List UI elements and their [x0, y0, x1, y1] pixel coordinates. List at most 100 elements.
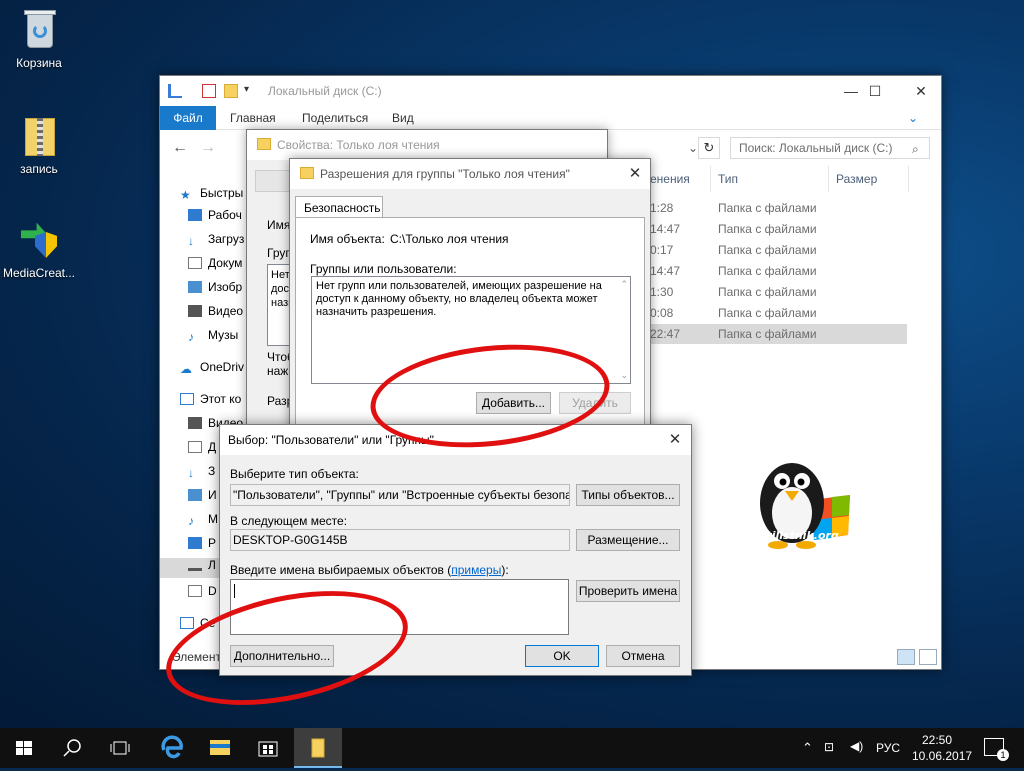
drive-icon — [188, 559, 202, 571]
task-view-button[interactable] — [96, 728, 144, 768]
enter-names-text: ): — [501, 563, 509, 577]
nav-item-onedrive[interactable]: ☁ OneDriv — [180, 360, 244, 380]
back-arrow-icon[interactable]: ← — [172, 139, 188, 157]
drive-icon — [188, 585, 202, 597]
search-button[interactable] — [48, 728, 96, 768]
column-separator — [710, 166, 711, 192]
chevron-down-icon[interactable]: ⌄ — [620, 370, 628, 381]
desktop-icon-mediacreation[interactable]: MediaCreat... — [2, 218, 76, 280]
star-icon: ★ — [180, 188, 191, 202]
store-button[interactable] — [244, 728, 292, 768]
table-row[interactable]: 14:47 Папка с файлами — [650, 219, 907, 239]
desktop-icon — [188, 537, 202, 549]
nav-item-pc-downloads[interactable]: ↓ З — [188, 464, 215, 484]
nav-item-videos[interactable]: Видео — [188, 304, 243, 324]
nav-item-desktop[interactable]: Рабоч — [188, 208, 242, 228]
cancel-button[interactable]: Отмена — [606, 645, 680, 667]
properties-icon[interactable] — [168, 84, 182, 98]
chevron-up-icon[interactable]: ⌃ — [620, 279, 628, 290]
nav-item-this-pc[interactable]: Этот ко — [180, 392, 241, 412]
column-header-date[interactable]: енения — [650, 172, 690, 186]
object-types-button[interactable]: Типы объектов... — [576, 484, 680, 506]
nav-item-documents[interactable]: Докум — [188, 256, 242, 276]
input-language-indicator[interactable]: РУС — [876, 741, 900, 755]
network-icon[interactable]: ⊡ — [824, 740, 834, 754]
tab-security[interactable]: Безопасность — [295, 196, 383, 218]
table-row[interactable]: 0:17 Папка с файлами — [650, 240, 907, 260]
desktop-icon-zapis[interactable]: запись — [2, 114, 76, 176]
examples-link[interactable]: примеры — [451, 563, 501, 577]
nav-item-pictures[interactable]: Изобр — [188, 280, 242, 300]
forward-arrow-icon[interactable]: → — [200, 139, 216, 157]
ok-button[interactable]: OK — [525, 645, 599, 667]
table-row[interactable]: 14:47 Папка с файлами — [650, 261, 907, 281]
dialog-title: Свойства: Только лоя чтения — [277, 138, 440, 152]
close-button[interactable]: ✕ — [898, 76, 944, 106]
music-icon: ♪ — [188, 330, 194, 344]
locations-button[interactable]: Размещение... — [576, 529, 680, 551]
checklist-icon[interactable] — [202, 84, 216, 98]
large-icons-view-icon[interactable] — [919, 649, 937, 665]
chevron-up-icon[interactable]: ⌃ — [802, 740, 813, 756]
cloud-icon: ☁ — [180, 362, 192, 376]
notifications-icon[interactable]: 1 — [984, 738, 1009, 761]
nav-item-quick-access[interactable]: ★ Быстры — [180, 186, 243, 206]
nav-item-pc-desktop[interactable]: Р — [188, 536, 216, 556]
clock-date[interactable]: 10.06.2017 — [912, 749, 972, 763]
chevron-down-icon[interactable]: ⌄ — [908, 111, 918, 125]
groups-empty-message: Нет групп или пользователей, имеющих раз… — [316, 280, 602, 318]
close-icon[interactable]: ✕ — [662, 429, 688, 451]
new-folder-icon[interactable] — [224, 84, 238, 98]
location-field: DESKTOP-G0G145B — [230, 529, 570, 551]
edge-button[interactable] — [148, 728, 196, 768]
folder-icon — [300, 167, 314, 179]
desktop-icon-label: запись — [20, 162, 58, 176]
close-icon[interactable]: ✕ — [622, 163, 648, 185]
check-names-button[interactable]: Проверить имена — [576, 580, 680, 602]
search-icon: ⌕ — [912, 142, 919, 156]
network-icon — [180, 617, 194, 629]
search-input[interactable]: Поиск: Локальный диск (C:) — [730, 137, 930, 159]
object-name-label: Имя объекта: — [310, 232, 385, 246]
table-row[interactable]: 1:30 Папка с файлами — [650, 282, 907, 302]
search-icon — [63, 739, 81, 757]
table-row[interactable]: 1:28 Папка с файлами — [650, 198, 907, 218]
maximize-button[interactable]: ☐ — [852, 76, 898, 106]
column-header-size[interactable]: Размер — [836, 172, 877, 186]
chevron-down-icon[interactable]: ▾ — [244, 84, 258, 98]
address-dropdown-icon[interactable]: ⌄ — [688, 141, 698, 155]
nav-item-music[interactable]: ♪ Музы — [188, 328, 238, 348]
document-icon — [188, 257, 202, 269]
nav-item-drive-d[interactable]: D — [188, 584, 217, 604]
active-window-taskbar-button[interactable] — [294, 728, 342, 768]
column-header-type[interactable]: Тип — [718, 172, 738, 186]
nav-item-pc-documents[interactable]: Д — [188, 440, 216, 460]
tab-share[interactable]: Поделиться — [302, 111, 368, 125]
download-icon: ↓ — [188, 466, 194, 480]
tab-home[interactable]: Главная — [230, 111, 276, 125]
recycle-bin-icon — [19, 8, 59, 50]
details-view-icon[interactable] — [897, 649, 915, 665]
groups-label: Группы или пользователи: — [310, 262, 457, 276]
nav-item-downloads[interactable]: ↓ Загруз — [188, 232, 244, 252]
store-icon — [258, 741, 278, 757]
object-type-field: "Пользователи", "Группы" или "Встроенные… — [230, 484, 570, 506]
refresh-button[interactable]: ↻ — [698, 137, 720, 159]
logo-text: pyatilistnik.org — [744, 529, 839, 542]
table-row-selected[interactable]: 22:47 Папка с файлами — [650, 324, 907, 344]
explorer-taskbar-button[interactable] — [196, 728, 244, 768]
film-icon — [188, 305, 202, 317]
volume-icon[interactable]: ◀) — [850, 739, 863, 753]
nav-item-pc-pictures[interactable]: И — [188, 488, 217, 508]
dialog-titlebar: Разрешения для группы "Только лоя чтения… — [290, 159, 650, 189]
clock-time[interactable]: 22:50 — [922, 733, 952, 747]
dialog-titlebar: Свойства: Только лоя чтения — [247, 130, 607, 160]
ribbon-tabs: Файл Главная Поделиться Вид ⌄ — [160, 106, 941, 130]
desktop-icon-recycle-bin[interactable]: Корзина — [2, 8, 76, 70]
nav-item-pc-music[interactable]: ♪ М — [188, 512, 218, 532]
tab-view[interactable]: Вид — [392, 111, 414, 125]
start-button[interactable] — [0, 728, 48, 768]
table-row[interactable]: 0:08 Папка с файлами — [650, 303, 907, 323]
pictures-icon — [188, 489, 202, 501]
tab-file[interactable]: Файл — [160, 106, 216, 130]
